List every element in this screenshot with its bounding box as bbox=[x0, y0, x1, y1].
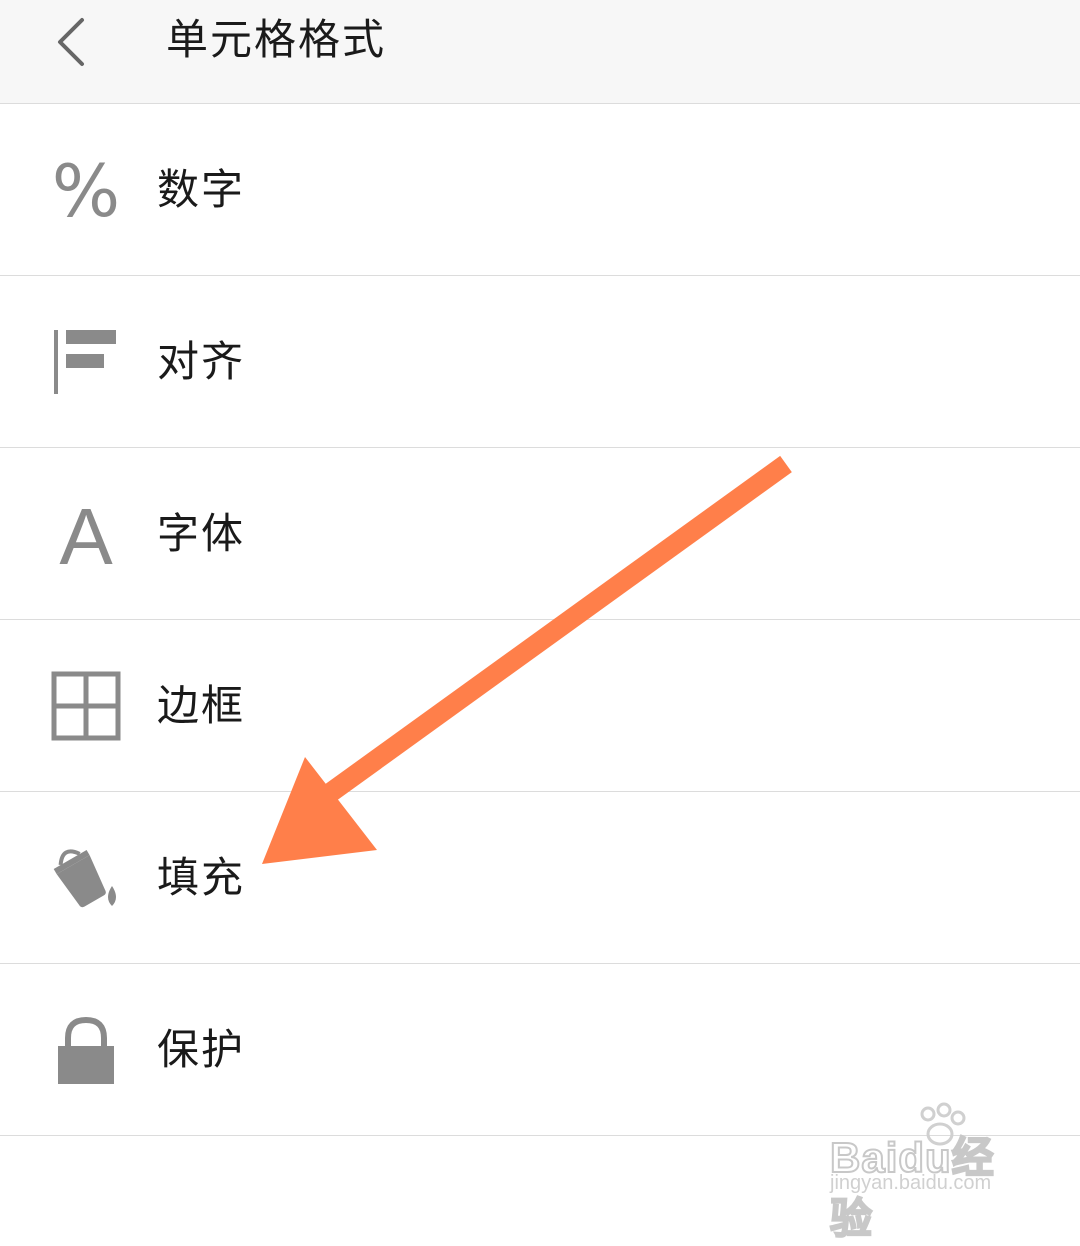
back-button[interactable] bbox=[40, 4, 110, 84]
menu-item-label: 保护 bbox=[157, 1024, 246, 1074]
menu-item-border[interactable]: 边框 bbox=[0, 620, 1080, 792]
menu-item-label: 字体 bbox=[157, 508, 246, 558]
menu-item-protect[interactable]: 保护 bbox=[0, 964, 1080, 1136]
paint-bucket-icon bbox=[53, 849, 116, 907]
menu-item-fill[interactable]: 填充 bbox=[0, 792, 1080, 964]
chevron-left-icon bbox=[58, 18, 84, 66]
menu-item-label: 数字 bbox=[157, 164, 246, 214]
watermark-url: jingyan.baidu.com bbox=[830, 1172, 992, 1194]
format-menu-list: % 数字 对齐 A 字体 边框 填充 保护 bbox=[0, 104, 1080, 1136]
menu-item-number[interactable]: % 数字 bbox=[0, 104, 1080, 276]
percent-icon: % bbox=[52, 154, 120, 226]
svg-text:A: A bbox=[59, 498, 113, 570]
font-icon: A bbox=[59, 498, 113, 570]
app-header: 单元格格式 bbox=[0, 0, 1080, 104]
menu-item-label: 对齐 bbox=[157, 336, 246, 386]
lock-icon bbox=[58, 1016, 114, 1084]
align-left-icon bbox=[54, 329, 116, 394]
border-grid-icon bbox=[51, 671, 121, 740]
svg-text:%: % bbox=[52, 154, 120, 226]
menu-item-font[interactable]: A 字体 bbox=[0, 448, 1080, 620]
menu-item-label: 边框 bbox=[157, 680, 246, 730]
menu-item-label: 填充 bbox=[157, 852, 246, 902]
page-title: 单元格格式 bbox=[166, 15, 387, 64]
watermark-brand: Baidu经验 bbox=[829, 1133, 995, 1243]
menu-item-align[interactable]: 对齐 bbox=[0, 276, 1080, 448]
